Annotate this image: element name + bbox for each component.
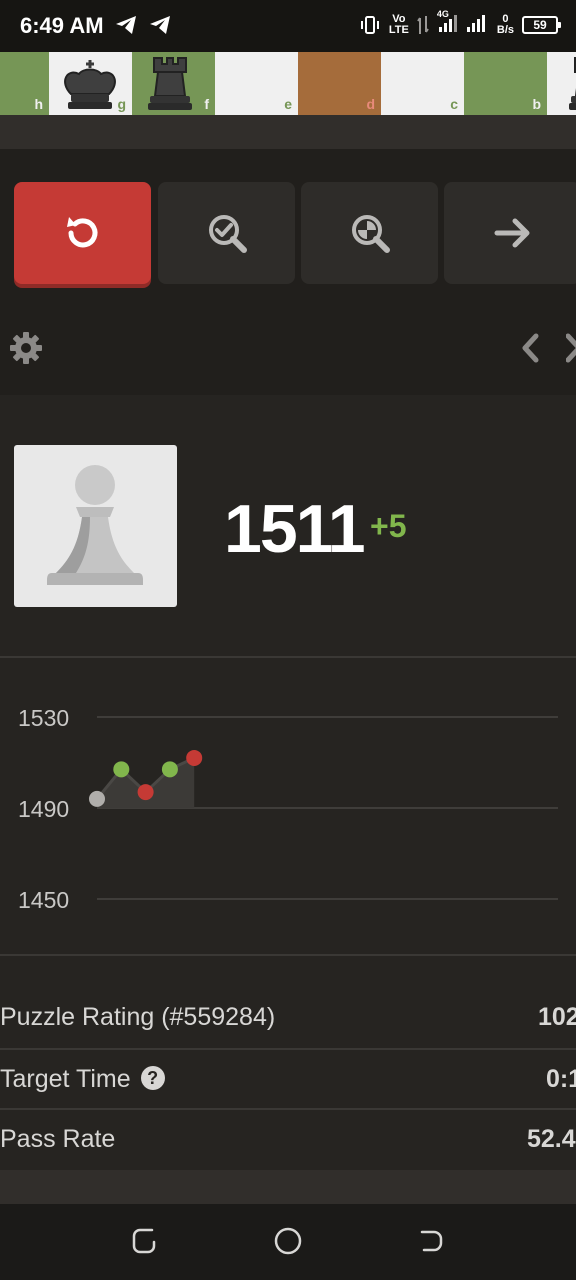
pawn-icon bbox=[47, 465, 143, 585]
hint-icon bbox=[208, 215, 247, 253]
data-arrows-icon bbox=[417, 15, 429, 34]
back-button[interactable] bbox=[418, 1226, 446, 1256]
stat-label: Pass Rate bbox=[0, 1125, 116, 1153]
home-button[interactable] bbox=[273, 1226, 303, 1256]
stat-value: 52.4 bbox=[527, 1125, 576, 1153]
status-time: 6:49 AM bbox=[20, 13, 104, 38]
chart-point-fail[interactable] bbox=[137, 784, 154, 801]
board-square-a[interactable] bbox=[547, 52, 576, 115]
chart-y-tick-label: 1450 bbox=[18, 887, 69, 913]
system-indicators: Vo LTE 4G 0 B/s 59 bbox=[359, 9, 561, 38]
battery-icon: 59 bbox=[522, 15, 561, 34]
board-square-c[interactable]: c bbox=[381, 52, 464, 115]
stat-value: 102 bbox=[538, 1003, 576, 1031]
puzzle-rating-value: 1511 bbox=[224, 491, 366, 567]
chart-point-pass[interactable] bbox=[113, 761, 130, 778]
help-icon[interactable]: ? bbox=[140, 1066, 165, 1091]
board-square-f[interactable]: f bbox=[132, 52, 215, 115]
file-label: f bbox=[204, 96, 209, 112]
board-square-h[interactable]: h bbox=[0, 52, 49, 115]
chart-y-tick-label: 1530 bbox=[18, 705, 69, 731]
stat-value: 0:1 bbox=[546, 1065, 576, 1093]
black-rook-piece[interactable] bbox=[140, 54, 200, 112]
chart-point-pass[interactable] bbox=[161, 761, 178, 778]
stat-label-text: Target Time bbox=[0, 1065, 131, 1093]
recents-button[interactable] bbox=[130, 1226, 158, 1256]
telegram-icon bbox=[150, 16, 170, 34]
chart-point-start[interactable] bbox=[89, 790, 105, 807]
telegram-icon bbox=[116, 16, 136, 34]
hint-button[interactable] bbox=[158, 182, 295, 284]
rating-history-chart: 1530 1490 1450 bbox=[18, 705, 558, 913]
chess-board-strip[interactable]: h g f e d c b bbox=[0, 52, 576, 115]
file-label: d bbox=[366, 96, 375, 112]
analysis-icon bbox=[351, 215, 390, 253]
chart-y-tick-label: 1490 bbox=[18, 796, 69, 822]
next-button[interactable] bbox=[444, 182, 576, 284]
network-type: 4G bbox=[436, 9, 449, 19]
avatar bbox=[14, 445, 177, 607]
gear-icon[interactable] bbox=[8, 330, 44, 366]
retry-button[interactable] bbox=[14, 182, 151, 284]
board-footer-bar bbox=[0, 115, 576, 149]
vibrate-icon bbox=[360, 15, 379, 34]
stat-label: Target Time? bbox=[0, 1065, 165, 1094]
board-square-e[interactable]: e bbox=[215, 52, 298, 115]
volte-indicator: Vo LTE bbox=[388, 12, 409, 36]
file-label: g bbox=[117, 96, 126, 112]
stat-row-puzzle-rating: Puzzle Rating (#559284) 102 bbox=[0, 988, 576, 1048]
chart-point-fail[interactable] bbox=[186, 749, 203, 766]
stat-row-pass-rate: Pass Rate 52.4 bbox=[0, 1110, 576, 1170]
file-label: e bbox=[284, 96, 292, 112]
board-square-b[interactable]: b bbox=[464, 52, 547, 115]
next-icon bbox=[494, 218, 529, 248]
stat-row-target-time: Target Time? 0:1 bbox=[0, 1050, 576, 1110]
status-bar: 6:49 AM Vo LTE 4G 0 B/s 59 bbox=[0, 0, 576, 52]
rating-change: +5 bbox=[370, 508, 407, 544]
file-label: b bbox=[532, 96, 541, 112]
stat-label: Puzzle Rating (#559284) bbox=[0, 1003, 276, 1031]
bottom-band bbox=[0, 1170, 576, 1204]
signal-group: 4G bbox=[436, 9, 489, 38]
chevron-right-icon[interactable] bbox=[566, 330, 576, 366]
retry-icon bbox=[66, 217, 97, 248]
notification-icons bbox=[114, 14, 172, 36]
chevron-left-icon[interactable] bbox=[516, 330, 546, 366]
file-label: h bbox=[34, 96, 43, 112]
network-speed: 0 B/s bbox=[496, 12, 514, 36]
black-king-piece[interactable] bbox=[57, 54, 123, 112]
board-square-d[interactable]: d bbox=[298, 52, 381, 115]
black-rook-piece[interactable] bbox=[561, 54, 576, 112]
analysis-button[interactable] bbox=[301, 182, 438, 284]
divider bbox=[0, 954, 576, 956]
board-square-g[interactable]: g bbox=[49, 52, 132, 115]
file-label: c bbox=[450, 96, 458, 112]
